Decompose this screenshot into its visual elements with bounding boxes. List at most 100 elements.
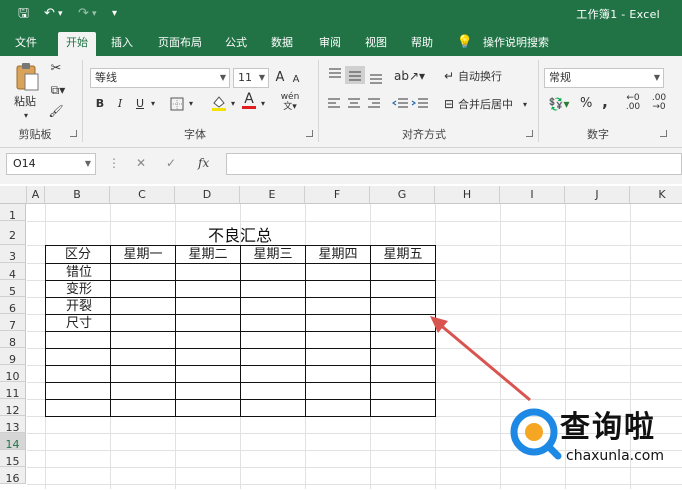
row-label-cell[interactable] bbox=[45, 399, 111, 417]
row-header[interactable]: 6 bbox=[0, 297, 26, 315]
clipboard-launcher-icon[interactable] bbox=[70, 130, 77, 137]
column-header[interactable]: B bbox=[45, 186, 110, 204]
row-header[interactable]: 13 bbox=[0, 416, 26, 434]
table-cell[interactable] bbox=[305, 297, 371, 315]
font-color-icon[interactable]: A bbox=[242, 92, 256, 109]
row-label-cell[interactable] bbox=[45, 348, 111, 366]
font-name-select[interactable]: 等线 ▼ bbox=[90, 68, 230, 88]
number-format-select[interactable]: 常规 ▼ bbox=[544, 68, 664, 88]
phonetic-guide-icon[interactable]: wén 文▾ bbox=[278, 92, 302, 112]
fill-color-icon[interactable] bbox=[210, 94, 228, 112]
table-cell[interactable] bbox=[240, 331, 306, 349]
table-cell[interactable] bbox=[240, 263, 306, 281]
table-cell[interactable] bbox=[175, 314, 241, 332]
underline-dropdown-icon[interactable]: ▾ bbox=[148, 96, 158, 112]
alignment-launcher-icon[interactable] bbox=[526, 130, 533, 137]
decrease-decimal-icon[interactable]: .00 →0 bbox=[648, 94, 670, 112]
borders-dropdown-icon[interactable]: ▾ bbox=[186, 96, 196, 112]
row-header[interactable]: 10 bbox=[0, 365, 26, 383]
table-cell[interactable] bbox=[240, 314, 306, 332]
table-cell[interactable] bbox=[110, 314, 176, 332]
table-header-cell[interactable]: 星期四 bbox=[305, 245, 371, 264]
table-cell[interactable] bbox=[175, 263, 241, 281]
enter-icon[interactable]: ✓ bbox=[166, 153, 176, 175]
cancel-icon[interactable]: ✕ bbox=[136, 153, 146, 175]
column-header[interactable]: A bbox=[27, 186, 45, 204]
table-cell[interactable] bbox=[240, 348, 306, 366]
table-cell[interactable] bbox=[305, 382, 371, 400]
copy-icon[interactable]: ⧉▾ bbox=[48, 82, 68, 98]
column-header[interactable]: J bbox=[565, 186, 630, 204]
name-box[interactable]: O14 ▼ bbox=[6, 153, 96, 175]
tab-page-layout[interactable]: 页面布局 bbox=[152, 32, 208, 56]
table-cell[interactable] bbox=[175, 348, 241, 366]
row-header[interactable]: 8 bbox=[0, 331, 26, 349]
tab-formulas[interactable]: 公式 bbox=[218, 32, 254, 56]
underline-button[interactable]: U bbox=[134, 96, 146, 112]
percent-button[interactable]: % bbox=[580, 96, 592, 112]
table-cell[interactable] bbox=[240, 365, 306, 383]
row-header[interactable]: 9 bbox=[0, 348, 26, 366]
table-cell[interactable] bbox=[305, 399, 371, 417]
column-header[interactable]: E bbox=[240, 186, 305, 204]
redo-icon[interactable]: ↷ bbox=[78, 5, 89, 23]
column-header[interactable]: I bbox=[500, 186, 565, 204]
table-cell[interactable] bbox=[110, 382, 176, 400]
table-cell[interactable] bbox=[305, 280, 371, 298]
column-header[interactable]: C bbox=[110, 186, 175, 204]
borders-icon[interactable] bbox=[170, 97, 184, 111]
formula-input[interactable] bbox=[226, 153, 682, 175]
row-header[interactable]: 14 bbox=[0, 433, 26, 451]
tab-view[interactable]: 视图 bbox=[358, 32, 394, 56]
font-launcher-icon[interactable] bbox=[306, 130, 313, 137]
table-cell[interactable] bbox=[110, 263, 176, 281]
horizontal-align-buttons[interactable] bbox=[326, 96, 386, 112]
column-header[interactable]: H bbox=[435, 186, 500, 204]
tab-file[interactable]: 文件 bbox=[8, 32, 44, 56]
table-cell[interactable] bbox=[110, 348, 176, 366]
row-label-cell[interactable]: 尺寸 bbox=[45, 314, 111, 332]
row-header[interactable]: 12 bbox=[0, 399, 26, 417]
customize-qat-icon[interactable]: ▾ bbox=[112, 5, 117, 23]
orientation-icon[interactable]: ab↗▾ bbox=[394, 68, 425, 84]
table-cell[interactable] bbox=[305, 348, 371, 366]
table-cell[interactable] bbox=[175, 280, 241, 298]
row-label-cell[interactable]: 开裂 bbox=[45, 297, 111, 315]
paste-dropdown-icon[interactable]: ▾ bbox=[20, 108, 32, 124]
comma-button[interactable]: , bbox=[600, 94, 610, 110]
table-cell[interactable] bbox=[110, 297, 176, 315]
column-header[interactable]: K bbox=[630, 186, 682, 204]
table-header-cell[interactable]: 星期五 bbox=[370, 245, 436, 264]
increase-decimal-icon[interactable]: ←0.00 bbox=[622, 94, 644, 112]
tab-data[interactable]: 数据 bbox=[264, 32, 300, 56]
redo-dropdown-icon[interactable]: ▾ bbox=[92, 5, 97, 23]
tell-me-search[interactable]: 操作说明搜索 bbox=[478, 32, 554, 56]
merge-center-button[interactable]: 合并后居中 bbox=[458, 97, 518, 113]
table-header-cell[interactable]: 星期二 bbox=[175, 245, 241, 264]
column-header[interactable]: G bbox=[370, 186, 435, 204]
row-label-cell[interactable]: 错位 bbox=[45, 263, 111, 281]
row-label-cell[interactable] bbox=[45, 365, 111, 383]
row-label-cell[interactable] bbox=[45, 331, 111, 349]
row-label-cell[interactable] bbox=[45, 382, 111, 400]
font-size-select[interactable]: 11 ▼ bbox=[233, 68, 269, 88]
table-header-cell[interactable]: 区分 bbox=[45, 245, 111, 264]
table-cell[interactable] bbox=[240, 399, 306, 417]
table-cell[interactable] bbox=[110, 280, 176, 298]
table-cell[interactable] bbox=[110, 365, 176, 383]
row-header[interactable]: 7 bbox=[0, 314, 26, 332]
row-header[interactable]: 2 bbox=[0, 221, 26, 245]
grow-font-icon[interactable]: A bbox=[273, 70, 287, 86]
table-cell[interactable] bbox=[175, 331, 241, 349]
table-cell[interactable] bbox=[175, 365, 241, 383]
row-label-cell[interactable]: 变形 bbox=[45, 280, 111, 298]
select-all-corner[interactable] bbox=[0, 186, 27, 204]
table-cell[interactable] bbox=[240, 280, 306, 298]
table-cell[interactable] bbox=[240, 382, 306, 400]
fill-color-dropdown-icon[interactable]: ▾ bbox=[228, 96, 238, 112]
table-cell[interactable] bbox=[110, 399, 176, 417]
format-painter-icon[interactable]: 🖌 bbox=[48, 103, 64, 119]
table-header-cell[interactable]: 星期三 bbox=[240, 245, 306, 264]
merge-dropdown-icon[interactable]: ▾ bbox=[520, 97, 530, 113]
number-launcher-icon[interactable] bbox=[660, 130, 667, 137]
